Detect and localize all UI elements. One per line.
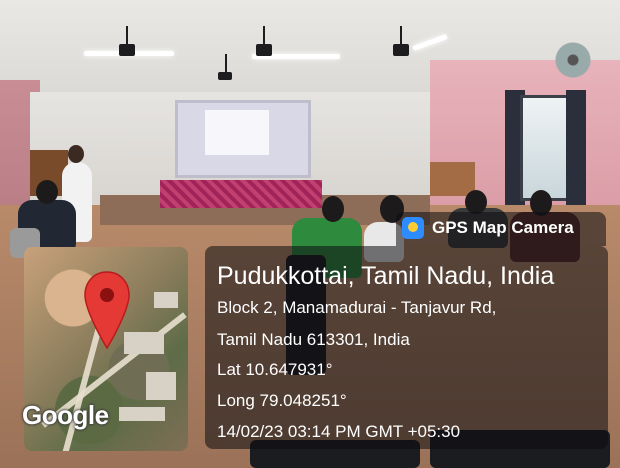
map-building (119, 407, 165, 421)
draped-table (160, 180, 322, 208)
location-pin-icon (84, 271, 130, 350)
cabinet (430, 162, 475, 196)
speaker (119, 26, 135, 56)
timestamp: 14/02/23 03:14 PM GMT +05:30 (217, 422, 461, 441)
window (520, 95, 571, 201)
badge-label: GPS Map Camera (432, 218, 574, 237)
latitude: Lat 10.647931° (217, 360, 333, 379)
google-logo: Google (22, 400, 109, 430)
wall-fan (555, 42, 591, 78)
presenter-head (68, 145, 84, 163)
address-line-2: Tamil Nadu 613301, India (217, 330, 410, 349)
address-line-1: Block 2, Manamadurai - Tanjavur Rd, (217, 298, 497, 317)
map-building (154, 292, 178, 308)
speaker (393, 26, 409, 56)
projector (218, 54, 232, 80)
audience-head (36, 180, 58, 204)
photo-scene: Google GPS Map Camera Pudukkottai, Tamil… (0, 0, 620, 468)
speaker (256, 26, 272, 56)
audience-head (322, 196, 344, 222)
audience-head (465, 190, 487, 214)
location-title: Pudukkottai, Tamil Nadu, India (217, 262, 555, 290)
map-building (146, 372, 176, 400)
curtain (566, 90, 586, 205)
projected-slide (205, 110, 269, 155)
longitude: Long 79.048251° (217, 391, 347, 410)
gps-map-camera-app-icon (402, 217, 424, 239)
